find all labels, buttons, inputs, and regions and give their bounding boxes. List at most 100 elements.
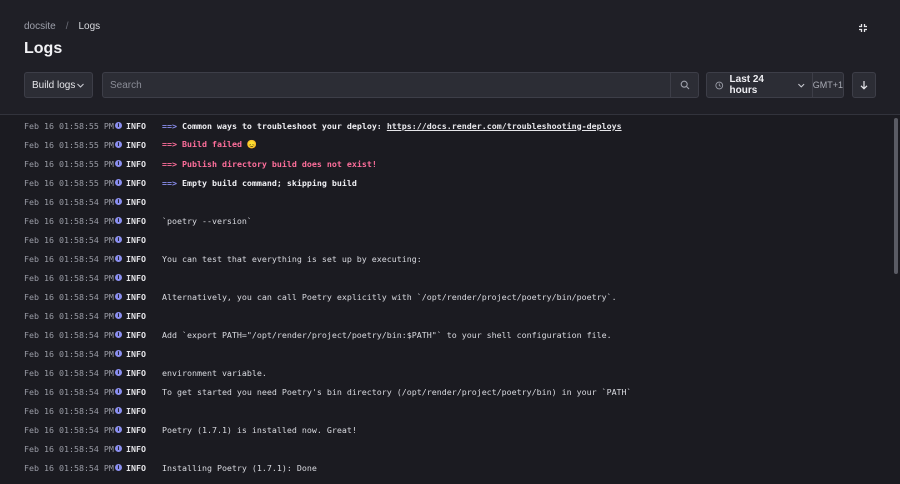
log-level-label: INFO — [126, 196, 146, 207]
log-level: i INFO — [115, 121, 146, 131]
log-scrollbar-thumb[interactable] — [894, 118, 898, 274]
log-level-label: INFO — [126, 443, 146, 454]
log-timestamp: Feb 16 01:58:54 PM — [24, 196, 114, 207]
log-message-text: To get started you need Poetry's bin dir… — [162, 386, 632, 397]
search-box — [102, 72, 699, 98]
log-message-text: Publish directory build does not exist! — [182, 158, 377, 169]
log-timestamp: Feb 16 01:58:55 PM — [24, 158, 114, 169]
log-timestamp: Feb 16 01:58:54 PM — [24, 272, 114, 283]
log-type-select[interactable]: Build logs — [24, 72, 93, 98]
log-timestamp: Feb 16 01:58:54 PM — [24, 253, 114, 264]
info-icon: i — [115, 141, 122, 148]
log-level: i INFO — [115, 273, 146, 283]
log-row: Feb 16 01:58:54 PM i INFO — [0, 344, 890, 363]
time-range-select[interactable]: Last 24 hours — [707, 73, 813, 97]
log-level-label: INFO — [126, 139, 146, 150]
logs-page: docsite / Logs Logs Build logs La — [0, 0, 900, 484]
log-row: Feb 16 01:58:54 PM i INFO — [0, 230, 890, 249]
log-level: i INFO — [115, 444, 146, 454]
log-message-text: Build failed 😞 — [182, 139, 258, 149]
log-level: i INFO — [115, 197, 146, 207]
log-scrollbar[interactable] — [892, 115, 900, 484]
log-timestamp: Feb 16 01:58:55 PM — [24, 177, 114, 188]
info-icon: i — [115, 331, 122, 338]
log-level-label: INFO — [126, 215, 146, 226]
log-row: Feb 16 01:58:54 PM i INFO — [0, 268, 890, 287]
search-button[interactable] — [670, 73, 698, 97]
breadcrumb-item-docsite[interactable]: docsite — [24, 21, 56, 33]
log-timestamp: Feb 16 01:58:54 PM — [24, 291, 114, 302]
info-icon: i — [115, 426, 122, 433]
info-icon: i — [115, 293, 122, 300]
info-icon: i — [115, 217, 122, 224]
log-row: Feb 16 01:58:54 PM i INFO — [0, 306, 890, 325]
log-timestamp: Feb 16 01:58:54 PM — [24, 386, 114, 397]
collapse-button[interactable] — [855, 20, 871, 36]
log-row: Feb 16 01:58:54 PM i INFO — [0, 401, 890, 420]
scroll-to-bottom-button[interactable] — [852, 72, 876, 98]
breadcrumb-separator: / — [65, 21, 69, 32]
log-level: i INFO — [115, 235, 146, 245]
log-level: i INFO — [115, 254, 146, 264]
log-row: Feb 16 01:58:54 PM i INFO To get started yo… — [0, 382, 890, 401]
log-message: Add `export PATH="/opt/render/project/po… — [162, 330, 612, 340]
log-row: Feb 16 01:58:54 PM i INFO environment varia… — [0, 363, 890, 382]
info-icon: i — [115, 350, 122, 357]
log-level-label: INFO — [126, 310, 146, 321]
collapse-icon — [859, 24, 867, 32]
search-icon — [680, 80, 689, 90]
info-icon: i — [115, 255, 122, 262]
info-icon: i — [115, 236, 122, 243]
log-link[interactable]: https://docs.render.com/troubleshooting-… — [387, 121, 622, 131]
log-arrow: ==> — [162, 139, 177, 149]
search-input[interactable] — [103, 73, 670, 97]
log-message-text: Alternatively, you can call Poetry expli… — [162, 291, 617, 302]
log-level-label: INFO — [126, 177, 146, 188]
log-message: ==> Build failed 😞 — [162, 139, 257, 150]
log-row: Feb 16 01:58:54 PM i INFO Poetry (1.7.1) is… — [0, 420, 890, 439]
log-timestamp: Feb 16 01:58:54 PM — [24, 329, 114, 340]
log-level: i INFO — [115, 311, 146, 321]
log-message: `poetry --version` — [162, 216, 252, 226]
time-range-label: Last 24 hours — [729, 74, 764, 96]
log-row: Feb 16 01:58:55 PM i INFO ==> Empty build c… — [0, 173, 890, 192]
log-message-text: Common ways to troubleshoot your deploy: — [182, 120, 387, 131]
log-level: i INFO — [115, 140, 146, 150]
log-level: i INFO — [115, 406, 146, 416]
log-message: Installing Poetry (1.7.1): Done — [162, 463, 317, 473]
log-arrow: ==> — [162, 158, 177, 169]
log-timestamp: Feb 16 01:58:54 PM — [24, 234, 114, 245]
log-timestamp: Feb 16 01:58:55 PM — [24, 120, 114, 131]
log-row: Feb 16 01:58:54 PM i INFO Add `export PATH=… — [0, 325, 890, 344]
log-timestamp: Feb 16 01:58:54 PM — [24, 348, 114, 359]
log-message-text: You can test that everything is set up b… — [162, 253, 422, 264]
arrow-down-icon — [860, 81, 868, 90]
info-icon: i — [115, 122, 122, 129]
log-timestamp: Feb 16 01:58:54 PM — [24, 367, 114, 378]
log-row: Feb 16 01:58:54 PM i INFO — [0, 439, 890, 458]
log-level-label: INFO — [126, 158, 146, 169]
log-timestamp: Feb 16 01:58:54 PM — [24, 405, 114, 416]
log-message-text: Empty build command; skipping build — [182, 177, 357, 188]
log-level: i INFO — [115, 330, 146, 340]
chevron-down-icon — [798, 83, 805, 88]
info-icon: i — [115, 198, 122, 205]
log-message-text: Installing Poetry (1.7.1): Done — [162, 462, 317, 473]
time-filter-group: Last 24 hours GMT+1 — [706, 72, 844, 98]
log-timestamp: Feb 16 01:58:54 PM — [24, 310, 114, 321]
log-level: i INFO — [115, 463, 146, 473]
timezone-label[interactable]: GMT+1 — [813, 80, 843, 90]
log-message: environment variable. — [162, 368, 267, 378]
log-row: Feb 16 01:58:54 PM i INFO — [0, 192, 890, 211]
log-level-label: INFO — [126, 272, 146, 283]
log-arrow: ==> — [162, 120, 177, 131]
log-message: You can test that everything is set up b… — [162, 254, 422, 264]
log-message: ==> Common ways to troubleshoot your dep… — [162, 121, 622, 131]
log-level-label: INFO — [126, 386, 146, 397]
log-row: Feb 16 01:58:55 PM i INFO ==> Publish direc… — [0, 154, 890, 173]
log-level: i INFO — [115, 349, 146, 359]
log-level-label: INFO — [126, 405, 146, 416]
log-arrow: ==> — [162, 177, 177, 188]
log-row: Feb 16 01:58:54 PM i INFO You can test that… — [0, 249, 890, 268]
log-message: To get started you need Poetry's bin dir… — [162, 387, 632, 397]
